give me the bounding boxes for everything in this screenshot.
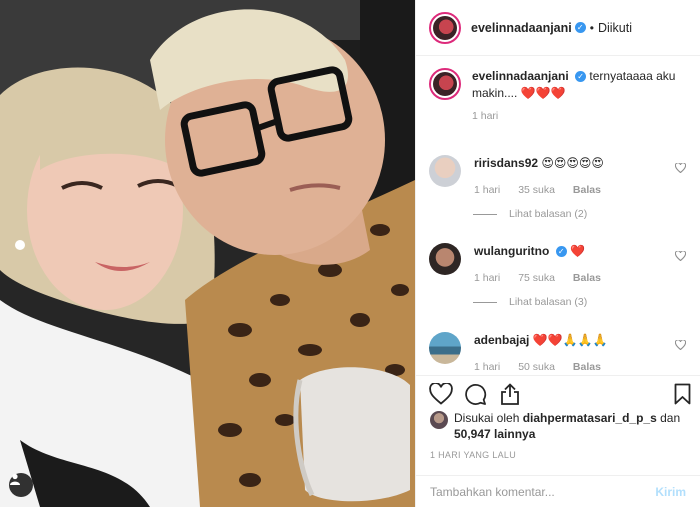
comment-item: wulanguritno ✓ ❤️ 1 hari 75 suka Balas xyxy=(429,243,686,287)
comment-item: adenbajaj ❤️❤️🙏🙏🙏 1 hari 50 suka Balas xyxy=(429,332,686,375)
liker-username[interactable]: diahpermatasari_d_p_s xyxy=(523,411,657,425)
commenter-avatar[interactable] xyxy=(429,332,461,364)
view-replies-button[interactable]: Lihat balasan (3) xyxy=(473,296,587,308)
comment-text: ❤️❤️🙏🙏🙏 xyxy=(532,333,608,347)
caption-avatar[interactable] xyxy=(429,68,461,100)
replies-divider xyxy=(473,301,497,303)
instagram-post: evelinnadaanjani ✓ • Diikuti evelinnadaa… xyxy=(0,0,700,507)
comment-time[interactable]: 1 hari xyxy=(474,361,500,373)
reply-button[interactable]: Balas xyxy=(573,272,601,284)
verified-badge-icon: ✓ xyxy=(555,246,567,257)
post-header: evelinnadaanjani ✓ • Diikuti xyxy=(416,0,700,56)
selfie-illustration xyxy=(0,0,415,507)
user-icon xyxy=(10,473,20,485)
comment-username[interactable]: adenbajaj xyxy=(474,333,529,347)
bookmark-icon[interactable] xyxy=(674,383,691,405)
caption-username[interactable]: evelinnadaanjani xyxy=(472,69,569,83)
comment-input[interactable] xyxy=(430,484,656,499)
view-replies-label: Lihat balasan (2) xyxy=(509,208,588,220)
likes-summary: Disukai oleh diahpermatasari_d_p_s dan 5… xyxy=(430,410,690,442)
heart-icon[interactable] xyxy=(429,383,453,405)
like-comment-heart-icon[interactable] xyxy=(675,251,686,261)
commenter-avatar[interactable] xyxy=(429,243,461,275)
likes-count-button[interactable]: 50,947 lainnya xyxy=(454,427,535,441)
view-replies-label: Lihat balasan (3) xyxy=(509,296,588,308)
like-comment-heart-icon[interactable] xyxy=(675,340,686,350)
caption-time[interactable]: 1 hari xyxy=(472,110,498,122)
commenter-avatar[interactable] xyxy=(429,155,461,187)
author-username[interactable]: evelinnadaanjani xyxy=(471,21,572,35)
view-replies-button[interactable]: Lihat balasan (2) xyxy=(473,208,587,220)
reply-button[interactable]: Balas xyxy=(573,361,601,373)
replies-divider xyxy=(473,213,497,215)
comment-likes[interactable]: 35 suka xyxy=(518,184,555,196)
verified-badge-icon: ✓ xyxy=(574,22,586,33)
author-avatar[interactable] xyxy=(429,11,461,44)
comments-thread[interactable]: evelinnadaanjani ✓ ternyataaaa aku makin… xyxy=(416,57,700,375)
header-separator: • xyxy=(589,20,594,35)
comment-username[interactable]: ririsdans92 xyxy=(474,156,538,170)
like-comment-heart-icon[interactable] xyxy=(675,163,686,173)
comment-username[interactable]: wulanguritno xyxy=(474,244,549,258)
comment-icon[interactable] xyxy=(464,383,487,406)
reply-button[interactable]: Balas xyxy=(573,184,601,196)
post-side-panel: evelinnadaanjani ✓ • Diikuti evelinnadaa… xyxy=(415,0,700,507)
caption: evelinnadaanjani ✓ ternyataaaa aku makin… xyxy=(429,68,686,125)
follow-status-button[interactable]: Diikuti xyxy=(598,21,632,35)
likes-conjunction: dan xyxy=(660,411,681,425)
comment-likes[interactable]: 75 suka xyxy=(518,272,555,284)
tagged-users-button[interactable] xyxy=(9,473,33,497)
comment-text: ❤️ xyxy=(570,244,585,258)
comment-time[interactable]: 1 hari xyxy=(474,184,500,196)
post-photo[interactable] xyxy=(0,0,415,507)
post-actions-bar xyxy=(416,375,700,411)
comment-likes[interactable]: 50 suka xyxy=(518,361,555,373)
add-comment-bar: Kirim xyxy=(416,475,700,507)
verified-badge-icon: ✓ xyxy=(575,71,587,82)
comment-item: ririsdans92 😍😍😍😍😍 1 hari 35 suka Balas xyxy=(429,155,686,199)
comment-text: 😍😍😍😍😍 xyxy=(541,156,604,170)
comment-time[interactable]: 1 hari xyxy=(474,272,500,284)
liker-avatar[interactable] xyxy=(430,411,448,429)
likes-prefix: Disukai oleh xyxy=(454,411,520,425)
share-icon[interactable] xyxy=(500,383,520,405)
post-timestamp[interactable]: 1 hari yang lalu xyxy=(430,450,516,460)
post-comment-button[interactable]: Kirim xyxy=(655,485,686,499)
